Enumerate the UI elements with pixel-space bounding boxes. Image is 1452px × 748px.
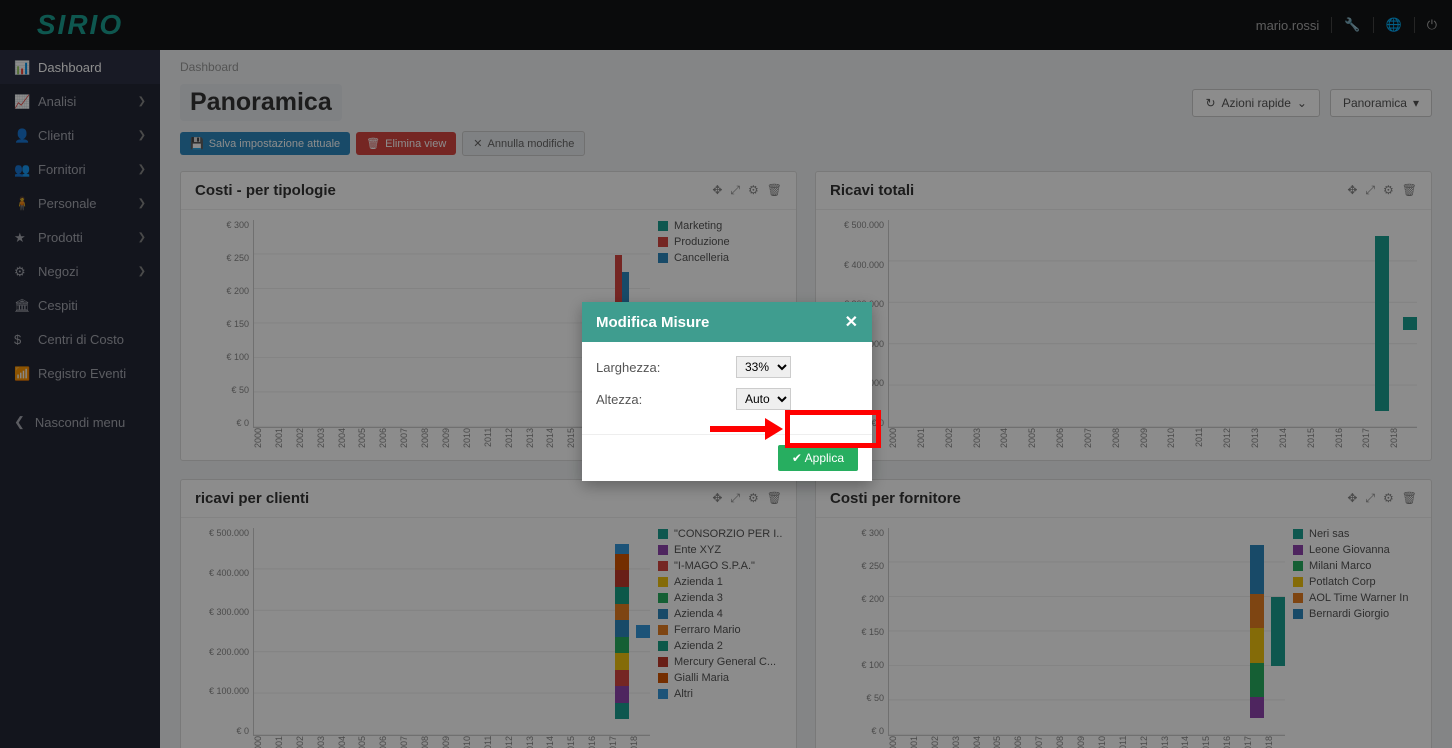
modal-head: Modifica Misure ✕	[582, 302, 872, 342]
modal-overlay[interactable]: Modifica Misure ✕ Larghezza: 33% Altezza…	[0, 0, 1452, 748]
apply-button[interactable]: ✔ Applica	[778, 445, 858, 471]
check-icon: ✔	[792, 451, 802, 465]
height-select[interactable]: Auto	[736, 388, 791, 410]
width-label: Larghezza:	[596, 360, 736, 375]
width-select[interactable]: 33%	[736, 356, 791, 378]
modal-title: Modifica Misure	[596, 314, 709, 331]
height-label: Altezza:	[596, 392, 736, 407]
modal: Modifica Misure ✕ Larghezza: 33% Altezza…	[582, 302, 872, 481]
apply-label: Applica	[805, 451, 844, 465]
close-icon[interactable]: ✕	[845, 312, 858, 332]
